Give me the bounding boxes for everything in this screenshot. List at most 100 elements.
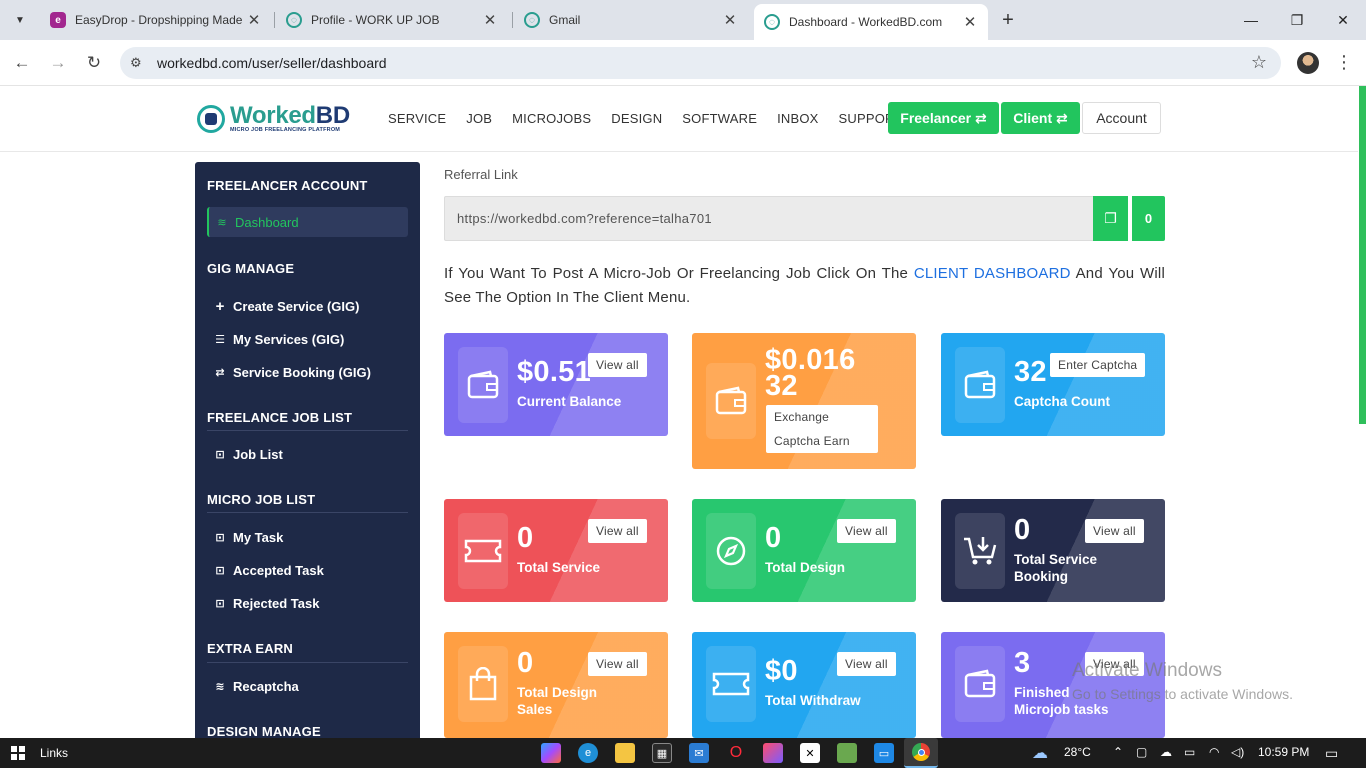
file-explorer-icon[interactable]: [615, 743, 635, 763]
nav-software[interactable]: SOFTWARE: [682, 111, 757, 126]
nav-service[interactable]: SERVICE: [388, 111, 446, 126]
opera-icon[interactable]: O: [726, 743, 746, 763]
wifi-icon[interactable]: ◠: [1209, 745, 1219, 759]
enter-captcha-button[interactable]: Enter Captcha: [1050, 353, 1146, 377]
app-icon[interactable]: [763, 743, 783, 763]
edge-icon[interactable]: e: [578, 743, 598, 763]
referral-label: Referral Link: [444, 167, 518, 182]
sidebar-item-job-list[interactable]: ⊡ Job List: [207, 439, 408, 469]
referral-link-input[interactable]: [457, 211, 1057, 226]
mail-icon[interactable]: ✉: [689, 743, 709, 763]
referral-link-box: [444, 196, 1094, 241]
balance-view-all-button[interactable]: View all: [588, 353, 647, 377]
sidebar-item-recaptcha[interactable]: ≋ Recaptcha: [207, 671, 408, 701]
app-icon[interactable]: ▭: [874, 743, 894, 763]
copy-icon: ❐: [1104, 210, 1117, 226]
sidebar-divider: [207, 512, 408, 513]
withdraw-view-all-button[interactable]: View all: [837, 652, 896, 676]
exchange-captcha-earn-button[interactable]: Exchange Captcha Earn: [766, 405, 878, 453]
tab-gmail[interactable]: ◌ Gmail ✕: [514, 0, 748, 40]
capcut-icon[interactable]: ✕: [800, 743, 820, 763]
browser-menu-icon[interactable]: ⋮: [1334, 52, 1354, 73]
wallet-icon: [955, 347, 1005, 423]
total-design-value: 0: [765, 522, 782, 554]
new-tab-icon[interactable]: +: [996, 8, 1020, 32]
wallet-icon: [706, 363, 756, 439]
copilot-icon[interactable]: [541, 743, 561, 763]
battery-icon[interactable]: ▭: [1184, 745, 1195, 759]
booking-view-all-button[interactable]: View all: [1085, 519, 1144, 543]
freelancer-button[interactable]: Freelancer ⇄: [888, 102, 999, 134]
sidebar-item-dashboard[interactable]: ≋ Dashboard: [207, 207, 408, 237]
close-icon[interactable]: ✕: [482, 11, 498, 29]
nav-inbox[interactable]: INBOX: [777, 111, 818, 126]
tab-easydrop[interactable]: e EasyDrop - Dropshipping Made ✕: [40, 0, 272, 40]
close-icon[interactable]: ✕: [962, 13, 978, 31]
sidebar-item-accepted-task[interactable]: ⊡ Accepted Task: [207, 555, 408, 585]
sidebar-divider: [207, 662, 408, 663]
tab-workupjob[interactable]: ◌ Profile - WORK UP JOB ✕: [276, 0, 508, 40]
shopping-bag-icon: [458, 646, 508, 722]
tab-workedbd-dashboard[interactable]: ◌ Dashboard - WorkedBD.com ✕: [754, 4, 988, 40]
reload-icon[interactable]: ↻: [82, 51, 106, 75]
weather-cloud-icon[interactable]: ☁: [1032, 743, 1048, 763]
total-withdraw-label: Total Withdraw: [765, 693, 861, 708]
captcha-earn-card: $0.016 32 Exchange Captcha Earn: [692, 333, 916, 469]
sidebar-item-rejected-task[interactable]: ⊡ Rejected Task: [207, 588, 408, 618]
workedbd-logo[interactable]: WorkedBD MICRO JOB FREELANCING PLATFROM: [197, 101, 350, 137]
profile-avatar[interactable]: [1297, 52, 1319, 74]
clock-time[interactable]: 10:59 PM: [1258, 745, 1309, 759]
close-icon[interactable]: ✕: [246, 11, 262, 29]
close-icon[interactable]: ✕: [722, 11, 738, 29]
weather-temp[interactable]: 28°C: [1064, 745, 1091, 759]
nav-design[interactable]: DESIGN: [611, 111, 662, 126]
nav-job[interactable]: JOB: [466, 111, 492, 126]
tab-separator: [274, 12, 275, 28]
design-view-all-button[interactable]: View all: [837, 519, 896, 543]
sidebar-item-create-service[interactable]: + Create Service (GIG): [207, 291, 408, 321]
store-icon[interactable]: ▦: [652, 743, 672, 763]
current-balance-card: $0.51 Current Balance View all: [444, 333, 668, 436]
sidebar-item-my-services[interactable]: ☰ My Services (GIG): [207, 324, 408, 354]
sidebar-item-my-task[interactable]: ⊡ My Task: [207, 522, 408, 552]
tray-chevron-icon[interactable]: ⌃: [1113, 745, 1123, 759]
minimize-icon[interactable]: —: [1228, 0, 1274, 40]
image-icon: ⊡: [215, 448, 225, 461]
notepad-icon[interactable]: [837, 743, 857, 763]
onedrive-icon[interactable]: ☁: [1160, 745, 1172, 759]
captcha-count-value: 32: [1014, 356, 1047, 388]
bookmark-star-icon[interactable]: ☆: [1251, 52, 1267, 73]
forward-arrow-icon[interactable]: →: [46, 51, 70, 75]
address-bar[interactable]: ⚙ workedbd.com/user/seller/dashboard ☆: [120, 47, 1281, 79]
chrome-icon[interactable]: [904, 738, 938, 768]
service-view-all-button[interactable]: View all: [588, 519, 647, 543]
gmail-icon: ◌: [524, 12, 540, 28]
account-button[interactable]: Account: [1082, 102, 1161, 134]
finished-microjob-value: 3: [1014, 647, 1031, 679]
tray-app-icon[interactable]: ▢: [1136, 745, 1147, 759]
client-button[interactable]: Client ⇄: [1001, 102, 1080, 134]
url-text[interactable]: workedbd.com/user/seller/dashboard: [157, 55, 387, 71]
notifications-icon[interactable]: ▭: [1325, 745, 1338, 762]
windows-start-icon[interactable]: [11, 746, 25, 760]
sidebar-item-service-booking[interactable]: ⇄ Service Booking (GIG): [207, 357, 408, 387]
design-sales-value: 0: [517, 647, 534, 679]
window-close-icon[interactable]: ✕: [1320, 0, 1366, 40]
image-icon: ⊡: [215, 531, 225, 544]
design-sales-view-all-button[interactable]: View all: [588, 652, 647, 676]
page-scrollbar[interactable]: [1359, 86, 1366, 424]
nav-microjobs[interactable]: MICROJOBS: [512, 111, 591, 126]
plus-icon: +: [215, 297, 225, 315]
sidebar: FREELANCER ACCOUNT ≋ Dashboard GIG MANAG…: [195, 162, 420, 738]
referral-count-badge[interactable]: 0: [1132, 196, 1165, 241]
restore-icon[interactable]: ❐: [1274, 0, 1320, 40]
copy-referral-button[interactable]: ❐: [1093, 196, 1128, 241]
volume-icon[interactable]: ◁): [1231, 745, 1244, 759]
taskbar-links-toolbar[interactable]: Links: [40, 746, 68, 760]
total-design-sales-card: 0 Total Design Sales View all: [444, 632, 668, 738]
client-dashboard-link[interactable]: CLIENT DASHBOARD: [914, 265, 1071, 282]
balance-label: Current Balance: [517, 394, 622, 409]
site-settings-icon[interactable]: ⚙: [130, 55, 142, 71]
back-arrow-icon[interactable]: ←: [10, 51, 34, 75]
tab-search-chevron-icon[interactable]: ▼: [8, 8, 32, 32]
